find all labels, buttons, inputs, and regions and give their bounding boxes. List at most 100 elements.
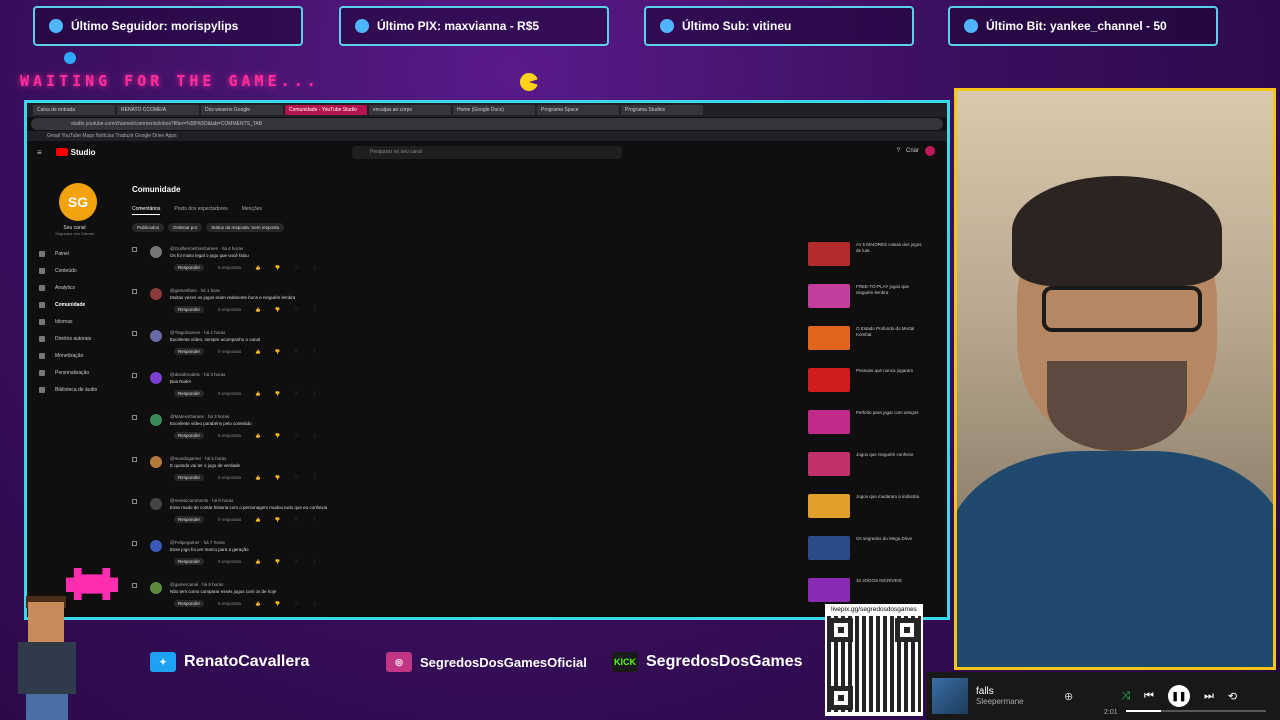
like-icon[interactable]: 👍 [255,601,261,607]
more-icon[interactable]: ⋮ [313,433,318,439]
commenter-avatar[interactable] [150,288,162,300]
comment-checkbox[interactable] [132,373,137,378]
sidebar-item-analytics[interactable]: Analytics [27,280,122,297]
bookmarks-bar[interactable]: Gmail YouTube Maps Notícias Traduzir Goo… [27,131,947,141]
heart-icon[interactable]: ♡ [295,433,299,439]
sidebar-item-customization[interactable]: Personalização [27,365,122,382]
dislike-icon[interactable]: 👎 [275,391,281,397]
commenter-avatar[interactable] [150,330,162,342]
browser-tab[interactable]: Home (Google Docs) [453,105,535,115]
comment-author[interactable]: @Felipegamer · há 7 horas [170,540,225,545]
comment-author[interactable]: @mundogamer · há 5 horas [170,456,226,461]
replies-count[interactable]: 0 respostas [218,391,241,396]
dislike-icon[interactable]: 👎 [275,307,281,313]
like-icon[interactable]: 👍 [255,307,261,313]
heart-icon[interactable]: ♡ [295,349,299,355]
heart-icon[interactable]: ♡ [295,475,299,481]
filter-reply-status[interactable]: Status da resposta: Sem resposta [206,223,285,232]
video-title[interactable]: O Estado Profundo do Mortal Kombat [856,326,924,338]
heart-icon[interactable]: ♡ [295,601,299,607]
reply-button[interactable]: Responder [174,474,205,481]
comment-checkbox[interactable] [132,541,137,546]
browser-tab[interactable]: Caixa de entrada [33,105,115,115]
comment-author[interactable]: @gamesfans · há 1 hora [170,288,220,293]
replies-count[interactable]: 0 respostas [218,349,241,354]
video-thumbnail[interactable] [808,452,850,476]
add-icon[interactable]: ⊕ [1064,690,1073,703]
video-thumbnail[interactable] [808,410,850,434]
heart-icon[interactable]: ♡ [295,517,299,523]
comment-checkbox[interactable] [132,457,137,462]
dislike-icon[interactable]: 👎 [275,517,281,523]
comment-checkbox[interactable] [132,289,137,294]
replies-count[interactable]: 0 respostas [218,433,241,438]
reply-button[interactable]: Responder [174,306,205,313]
heart-icon[interactable]: ♡ [295,307,299,313]
browser-tab[interactable]: Dos weseno Google [201,105,283,115]
sidebar-item-monetization[interactable]: Monetização [27,348,122,365]
search-input[interactable]: Pesquisar no seu canal [352,146,622,159]
reply-button[interactable]: Responder [174,390,205,397]
comment-author[interactable]: @gamercanal · há 8 horas [170,582,223,587]
channel-avatar[interactable]: SG [59,183,97,221]
dislike-icon[interactable]: 👎 [275,265,281,271]
more-icon[interactable]: ⋮ [313,559,318,565]
dislike-icon[interactable]: 👎 [275,601,281,607]
commenter-avatar[interactable] [150,372,162,384]
heart-icon[interactable]: ♡ [295,391,299,397]
sidebar-item-audio-library[interactable]: Biblioteca de áudio [27,382,122,399]
heart-icon[interactable]: ♡ [295,559,299,565]
comment-author[interactable]: @GuilhermeDosGames · há 4 horas [170,246,243,251]
replies-count[interactable]: 0 respostas [218,307,241,312]
like-icon[interactable]: 👍 [255,475,261,481]
comment-checkbox[interactable] [132,415,137,420]
video-thumbnail[interactable] [808,242,850,266]
browser-tab[interactable]: Programa Space [537,105,619,115]
sidebar-item-languages[interactable]: Idiomas [27,314,122,331]
sidebar-item-dashboard[interactable]: Painel [27,246,122,263]
video-thumbnail[interactable] [808,368,850,392]
more-icon[interactable]: ⋮ [313,349,318,355]
replies-count[interactable]: 0 respostas [218,517,241,522]
comment-author[interactable]: @davidmodetc · há 3 horas [170,372,225,377]
comment-checkbox[interactable] [132,583,137,588]
like-icon[interactable]: 👍 [255,559,261,565]
comment-author[interactable]: @TiagoGames · há 2 horas [170,330,225,335]
sidebar-item-content[interactable]: Conteúdo [27,263,122,280]
help-icon[interactable]: ? [897,148,900,154]
more-icon[interactable]: ⋮ [313,265,318,271]
more-icon[interactable]: ⋮ [313,601,318,607]
commenter-avatar[interactable] [150,456,162,468]
video-title[interactable]: As 5 MAIORES coisas dos jogos de luta [856,242,924,254]
video-title[interactable]: Jogos que ninguém conhece [856,452,924,458]
replies-count[interactable]: 0 respostas [218,601,241,606]
commenter-avatar[interactable] [150,414,162,426]
video-title[interactable]: 10 JOGOS INCRÍVEIS [856,578,924,584]
video-thumbnail[interactable] [808,578,850,602]
previous-icon[interactable]: ⏮ [1144,690,1154,703]
video-thumbnail[interactable] [808,284,850,308]
dislike-icon[interactable]: 👎 [275,475,281,481]
sidebar-item-community[interactable]: Comunidade [27,297,122,314]
tab-mentions[interactable]: Menções [242,206,262,215]
browser-tab[interactable]: Programa Studios [621,105,703,115]
reply-button[interactable]: Responder [174,348,205,355]
tab-comments[interactable]: Comentários [132,206,161,215]
more-icon[interactable]: ⋮ [313,391,318,397]
video-title[interactable]: Os segredos do Mega Drive [856,536,924,542]
reply-button[interactable]: Responder [174,264,205,271]
browser-tab-active[interactable]: Comunidade - YouTube Studio [285,105,367,115]
video-thumbnail[interactable] [808,326,850,350]
like-icon[interactable]: 👍 [255,349,261,355]
shuffle-icon[interactable]: ⤨ [1121,690,1130,703]
comment-checkbox[interactable] [132,247,137,252]
filter-sort[interactable]: Ordenar por [168,223,203,232]
create-button[interactable]: Criar [906,148,919,154]
video-thumbnail[interactable] [808,494,850,518]
address-bar[interactable]: studio.youtube.com/channel/comments/inbo… [31,118,943,130]
browser-tab[interactable]: encaijas ao corpo [369,105,451,115]
dislike-icon[interactable]: 👎 [275,559,281,565]
reply-button[interactable]: Responder [174,516,205,523]
pause-button[interactable]: ❚❚ [1167,685,1190,707]
commenter-avatar[interactable] [150,246,162,258]
